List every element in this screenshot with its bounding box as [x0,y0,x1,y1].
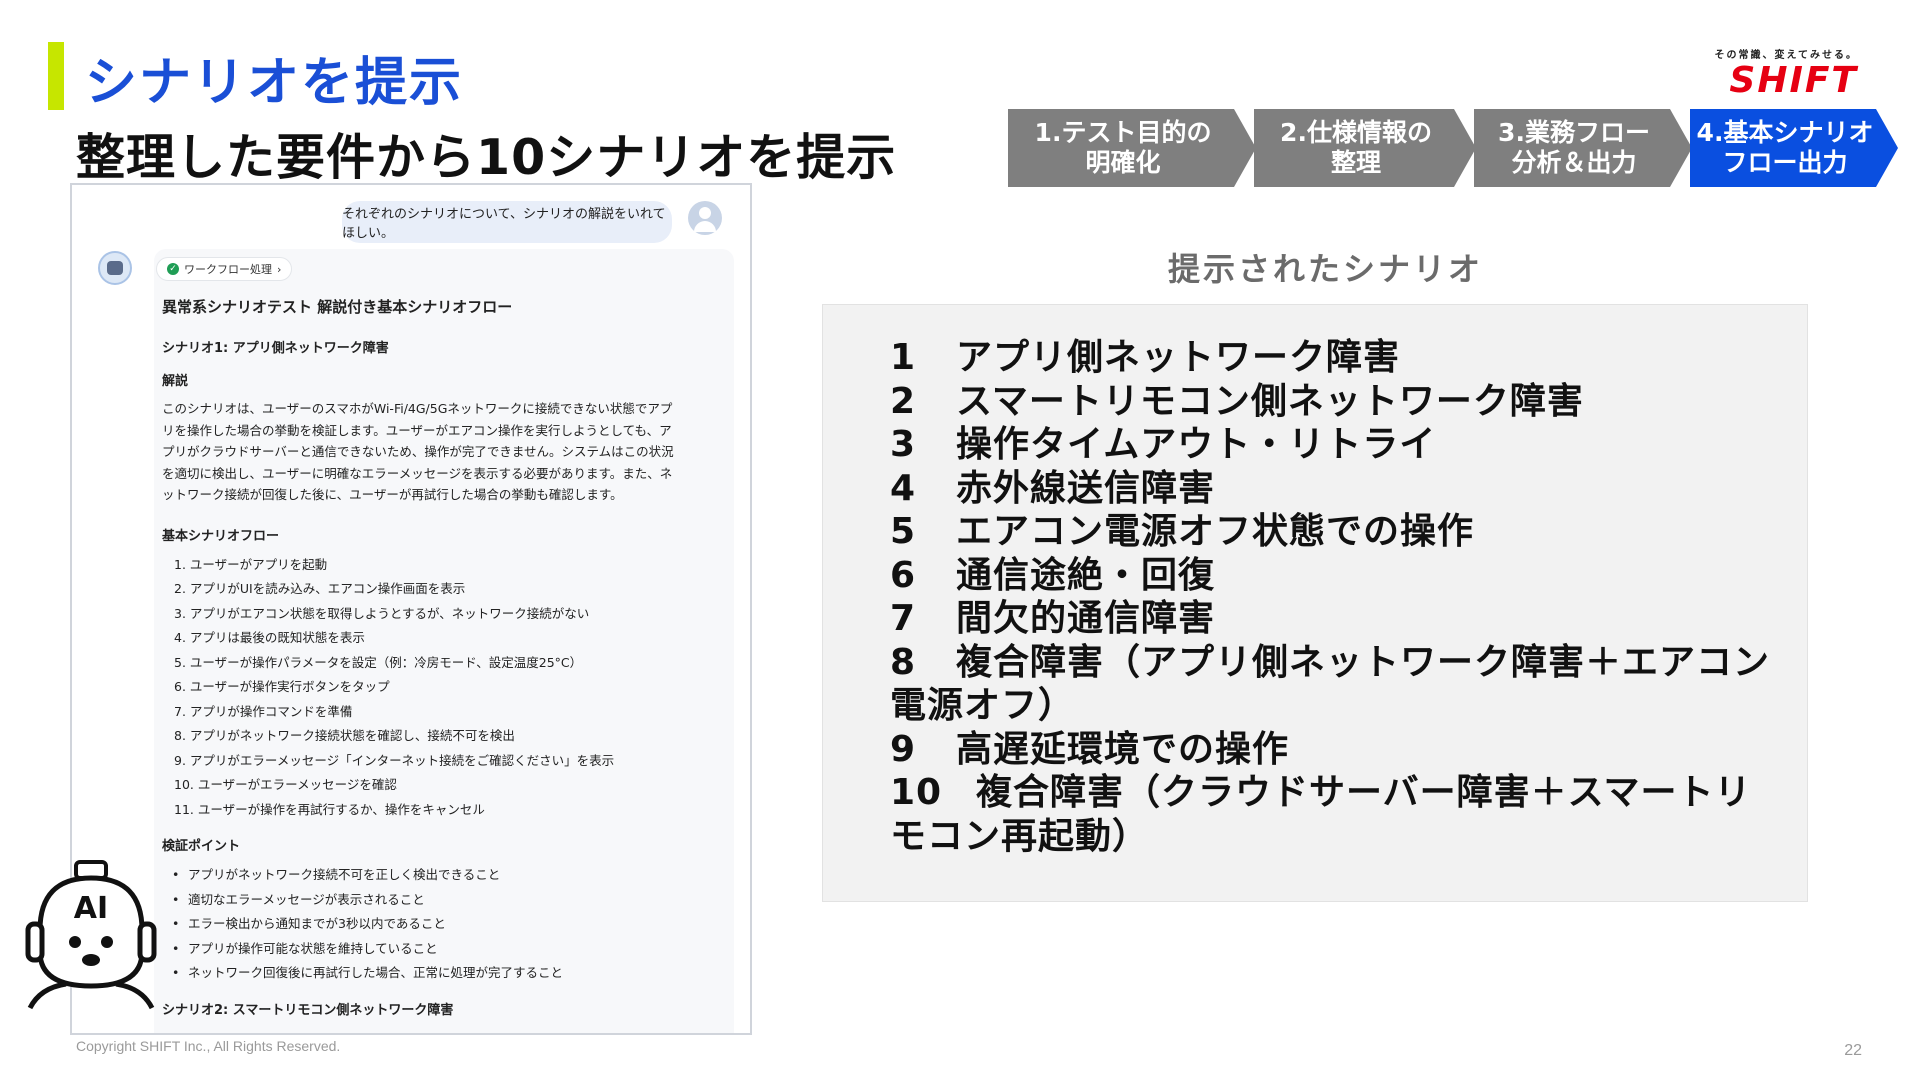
scenario-1-title: シナリオ1: アプリ側ネットワーク障害 [162,341,389,356]
explanation-text: このシナリオは、ユーザーのスマホがWi-Fi/4G/5Gネットワークに接続できな… [162,401,674,502]
svg-text:AI: AI [74,891,108,926]
chat-screenshot: それぞれのシナリオについて、シナリオの解説をいれてほしい。 ✓ ワークフロー処理… [70,183,752,1035]
list-item: アプリが操作可能な状態を維持していること [172,937,682,962]
bot-avatar-icon [98,251,132,285]
list-item: 3. アプリがエアコン状態を取得しようとするが、ネットワーク接続がない [174,605,590,621]
list-item: 9. アプリがエラーメッセージ「インターネット接続をご確認ください」を表示 [174,752,615,768]
list-item: 6. ユーザーが操作実行ボタンをタップ [174,679,390,694]
flow-heading: 基本シナリオフロー [162,528,280,544]
scenario-number: 9 [890,728,917,770]
step-2-label: 2.仕様情報の 整理 [1280,118,1432,177]
bot-response-content: 異常系シナリオテスト 解説付き基本シナリオフロー シナリオ1: アプリ側ネットワ… [162,297,682,1021]
list-item: 1. ユーザーがアプリを起動 [174,556,328,572]
list-item: 4 赤外線送信障害 [890,467,1770,511]
verify-heading: 検証ポイント [162,839,241,854]
scenario-2-title: シナリオ2: スマートリモコン側ネットワーク障害 [162,1002,454,1018]
scenario-number: 6 [890,554,917,596]
scenario-text: スマートリモコン側ネットワーク障害 [956,380,1584,422]
page-title: シナリオを提示 [85,53,464,113]
list-item: 7 間欠的通信障害 [890,597,1770,641]
step-3: 3.業務フロー 分析＆出力 [1474,109,1692,187]
list-item: 10 複合障害（クラウドサーバー障害＋スマートリモコン再起動） [890,771,1770,858]
list-item: 適切なエラーメッセージが表示されること [172,888,682,913]
step-1: 1.テスト目的の 明確化 [1008,109,1256,187]
scenarios-list: 1 アプリ側ネットワーク障害 2 スマートリモコン側ネットワーク障害 3 操作タイムア… [890,336,1770,858]
title-accent-bar [48,42,64,110]
list-item: 8 複合障害（アプリ側ネットワーク障害＋エアコン電源オフ） [890,641,1770,728]
scenario-number: 4 [890,467,917,509]
workflow-tag[interactable]: ✓ ワークフロー処理 › [156,257,293,281]
ai-robot-icon: AI [25,860,157,1010]
scenario-text: 複合障害（アプリ側ネットワーク障害＋エアコン電源オフ） [890,641,1771,727]
list-item: 2 スマートリモコン側ネットワーク障害 [890,380,1770,424]
verify-points-list: アプリがネットワーク接続不可を正しく検出できること 適切なエラーメッセージが表示… [172,863,682,986]
list-item: 2. アプリがUIを読み込み、エアコン操作画面を表示 [174,581,466,596]
scenario-text: 高遅延環境での操作 [956,728,1290,770]
step-4-active: 4.基本シナリオ フロー出力 [1690,109,1898,187]
scenario-number: 7 [890,598,917,639]
scenario-text: エアコン電源オフ状態での操作 [956,511,1475,552]
workflow-tag-label: ワークフロー処理 [184,263,272,276]
doc-title: 異常系シナリオテスト 解説付き基本シナリオフロー [162,298,513,316]
scenario-text: 間欠的通信障害 [956,598,1216,639]
step-4-label: 4.基本シナリオ フロー出力 [1696,118,1874,177]
list-item: 5. ユーザーが操作パラメータを設定（例：冷房モード、設定温度25°C） [174,654,583,670]
user-avatar-icon [688,201,722,235]
scenario-number: 10 [890,772,943,813]
scenarios-heading: 提示されたシナリオ [1168,250,1484,288]
list-item: 7. アプリが操作コマンドを準備 [174,703,353,719]
scenario-text: 複合障害（クラウドサーバー障害＋スマートリモコン再起動） [890,772,1752,857]
explanation-heading: 解説 [162,374,189,389]
scenario-number: 1 [890,337,917,378]
scenario-text: アプリ側ネットワーク障害 [956,337,1401,378]
list-item: ネットワーク回復後に再試行した場合、正常に処理が完了すること [172,961,682,986]
scenario-text: 赤外線送信障害 [956,467,1216,509]
page-number: 22 [1844,1042,1862,1059]
step-2: 2.仕様情報の 整理 [1254,109,1476,187]
step-3-label: 3.業務フロー 分析＆出力 [1498,118,1650,177]
flow-steps-list: 1. ユーザーがアプリを起動 2. アプリがUIを読み込み、エアコン操作画面を表… [174,553,682,823]
list-item: 4. アプリは最後の既知状態を表示 [174,630,365,645]
process-steps: 1.テスト目的の 明確化 2.仕様情報の 整理 3.業務フロー 分析＆出力 4.… [1008,109,1898,187]
page-subtitle: 整理した要件から10シナリオを提示 [76,129,897,186]
list-item: 8. アプリがネットワーク接続状態を確認し、接続不可を検出 [174,728,515,743]
shift-logo: その常識、変えてみせる。 SHIFT [1678,46,1858,101]
copyright: Copyright SHIFT Inc., All Rights Reserve… [76,1038,341,1054]
list-item: 1 アプリ側ネットワーク障害 [890,336,1770,380]
check-icon: ✓ [167,263,179,275]
logo-tagline: その常識、変えてみせる。 [1714,50,1858,61]
list-item: 10. ユーザーがエラーメッセージを確認 [174,777,397,792]
scenario-number: 8 [890,641,917,683]
scenario-number: 5 [890,511,917,552]
scenario-number: 2 [890,380,917,422]
scenario-text: 通信途絶・回復 [956,554,1216,596]
list-item: エラー検出から通知までが3秒以内であること [172,912,682,937]
list-item: 6 通信途絶・回復 [890,554,1770,598]
list-item: 3 操作タイムアウト・リトライ [890,423,1770,467]
list-item: 5 エアコン電源オフ状態での操作 [890,510,1770,554]
list-item: 9 高遅延環境での操作 [890,728,1770,772]
scenario-text: 操作タイムアウト・リトライ [956,424,1437,465]
user-message: それぞれのシナリオについて、シナリオの解説をいれてほしい。 [342,201,672,243]
chevron-right-icon: › [277,262,282,276]
list-item: アプリがネットワーク接続不可を正しく検出できること [172,863,682,888]
list-item: 11. ユーザーが操作を再試行するか、操作をキャンセル [174,801,485,817]
logo-brand: SHIFT [1729,60,1858,101]
step-1-label: 1.テスト目的の 明確化 [1034,118,1212,177]
scenario-number: 3 [890,424,917,465]
